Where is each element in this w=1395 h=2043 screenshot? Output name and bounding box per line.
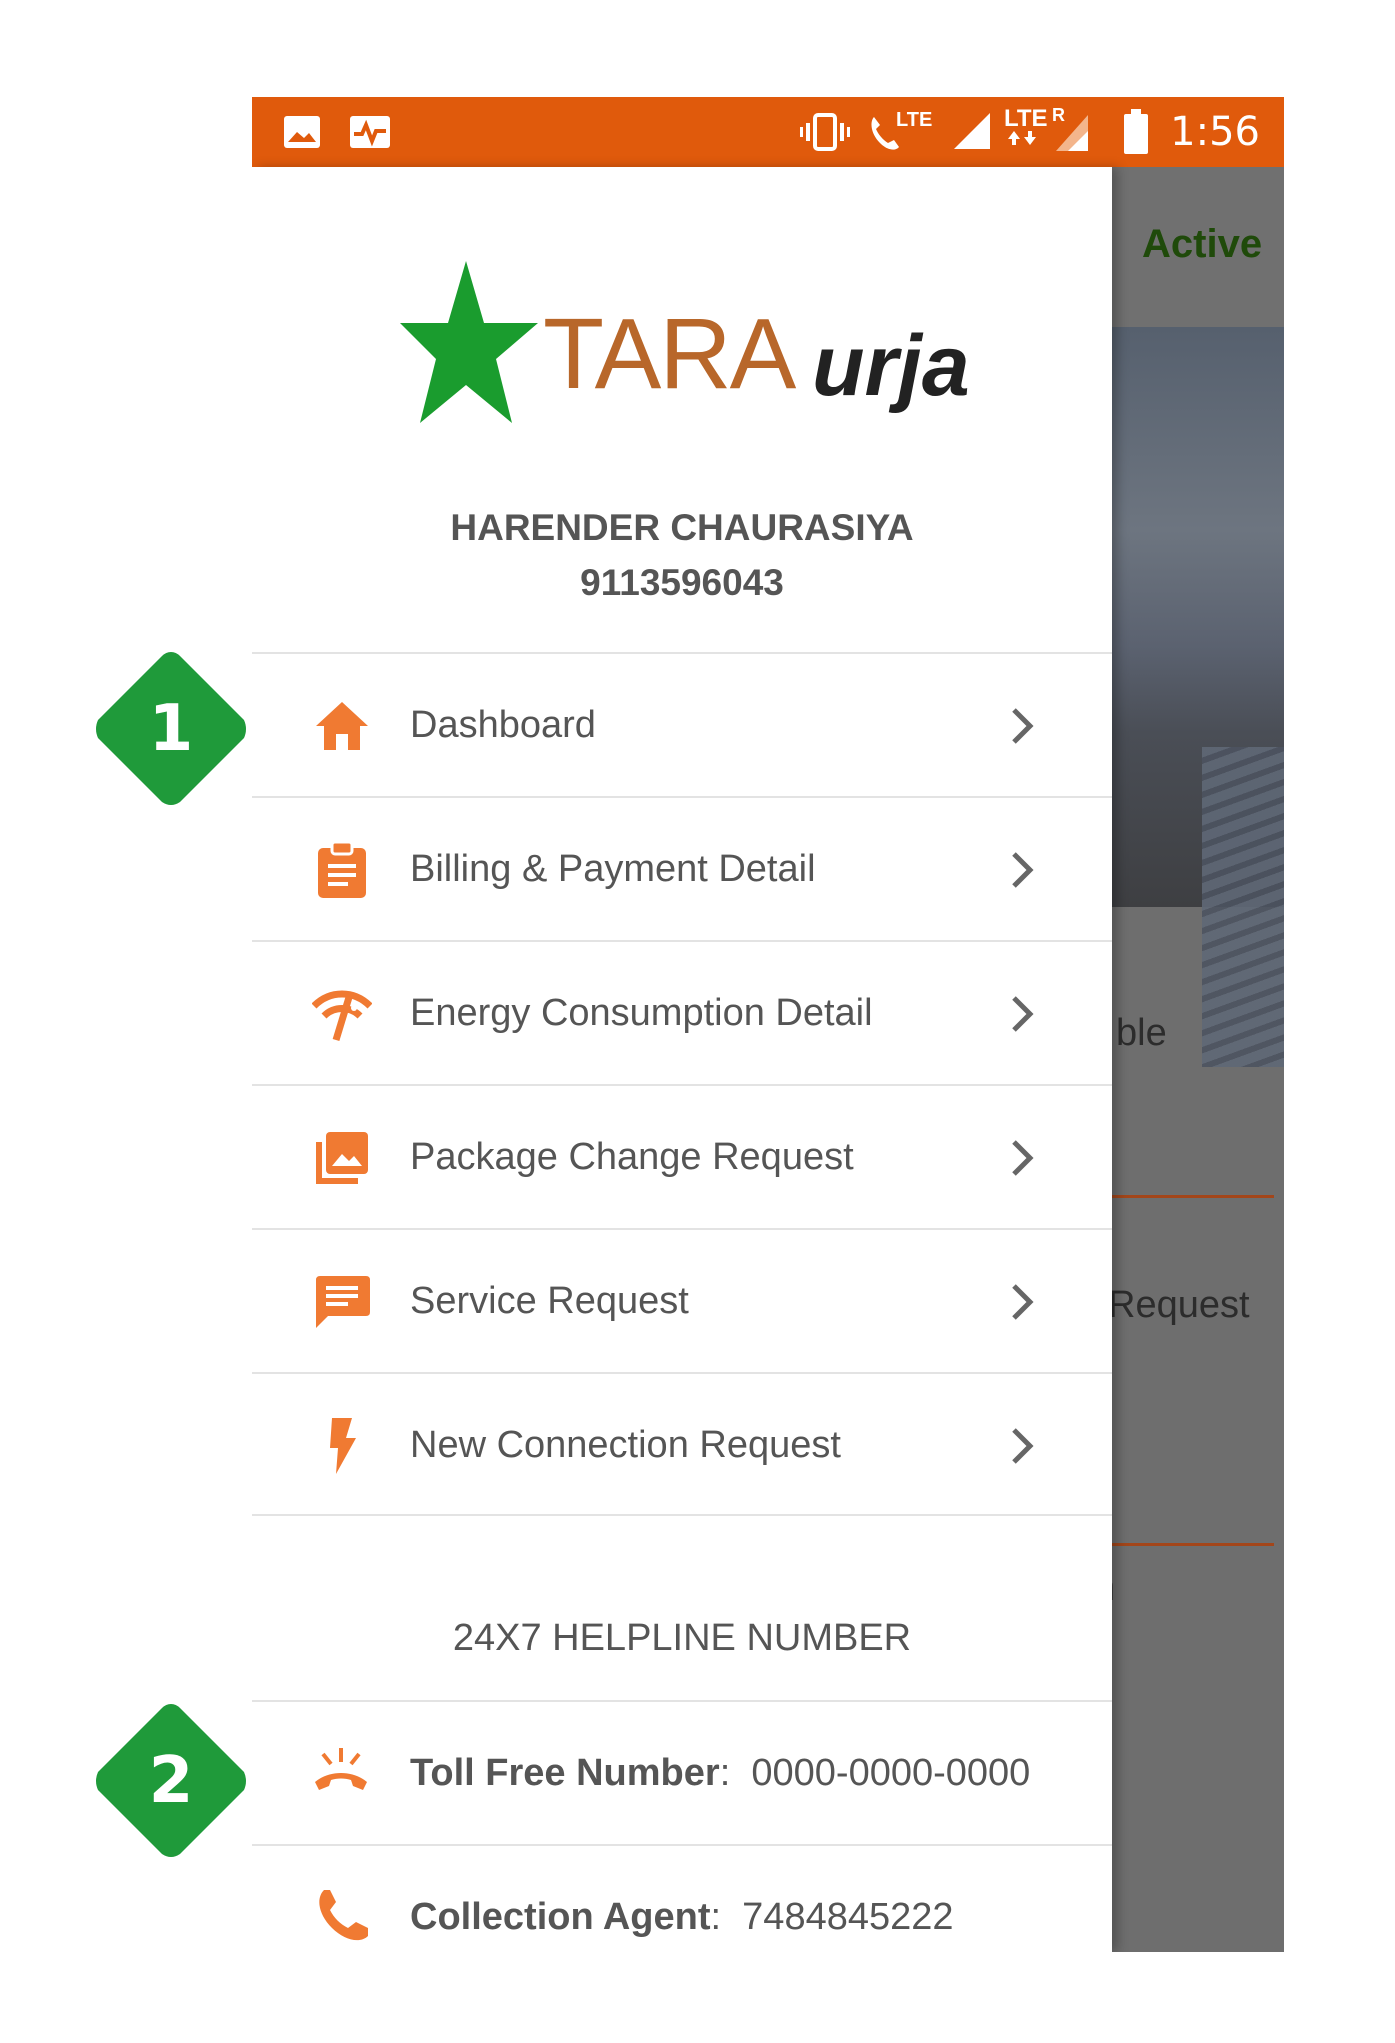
callout-badge-2: 2 [90,1700,252,1862]
background-app-scrim[interactable]: Active ble Request n [1112,167,1284,1952]
vibrate-icon [800,113,850,151]
menu-item-service-request[interactable]: Service Request [252,1228,1112,1372]
menu-item-new-connection[interactable]: New Connection Request [252,1372,1112,1516]
photo-library-icon [316,1132,368,1184]
toll-free-row[interactable]: Toll Free Number: 0000-0000-0000 [252,1700,1112,1844]
navigation-drawer: TARA urja HARENDER CHAURASIYA 9113596043… [252,167,1112,1952]
toll-free-label: Toll Free Number [410,1752,720,1794]
menu-item-billing[interactable]: Billing & Payment Detail [252,796,1112,940]
helpline-title: 24X7 HELPLINE NUMBER [452,1617,912,1659]
menu-item-dashboard[interactable]: Dashboard [252,652,1112,796]
gallery-icon [284,116,320,148]
chat-icon [316,1276,370,1328]
user-name: HARENDER CHAURASIYA [450,507,914,548]
volte-label: LTE [896,109,933,131]
menu-label-energy: Energy Consumption Detail [410,992,873,1034]
menu-label-dashboard: Dashboard [410,704,596,746]
phone-icon [319,1890,368,1941]
chevron-right-icon [1012,1428,1034,1464]
phone-screen: LTE LTE R 1:56 Active ble Request TARA u… [252,97,1284,1952]
user-phone-number: 9113596043 [580,562,784,603]
menu-item-energy-consumption[interactable]: Energy Consumption Detail [252,940,1112,1084]
chevron-right-icon [1012,996,1034,1032]
menu-label-package: Package Change Request [410,1136,854,1178]
collection-agent-label: Collection Agent [410,1896,711,1938]
chevron-right-icon [1012,1284,1034,1320]
lte-label: LTE [1004,105,1048,132]
background-text-partial-1: ble [1116,1012,1167,1054]
callout-badge-1: 1 [90,648,252,810]
background-divider-1 [1112,1195,1274,1198]
home-icon [316,702,368,750]
menu-label-service: Service Request [410,1280,689,1322]
background-header: Active [1112,167,1284,327]
logo-text-urja: urja [812,318,970,414]
background-text-partial-3: n [1112,1567,1115,1610]
logo-text-tara: TARA [543,298,796,410]
active-status-label: Active [1142,222,1263,266]
callout-number-1: 1 [148,692,194,766]
lte-roaming-icon: LTE R [1004,105,1090,155]
chevron-right-icon [1012,708,1034,744]
tara-urja-logo: TARA urja [400,257,1000,437]
collection-agent-number[interactable]: 7484845222 [742,1896,953,1938]
activity-icon [350,116,390,148]
callout-number-2: 2 [148,1744,194,1818]
collection-agent-row[interactable]: Collection Agent: 7484845222 [252,1844,1112,1952]
flash-icon [330,1418,356,1474]
background-divider-2 [1112,1543,1274,1546]
status-bar: LTE LTE R 1:56 [252,97,1284,167]
clipboard-icon [318,840,366,898]
battery-icon [1124,109,1148,154]
solar-panel-banner [1112,327,1284,1067]
background-text-partial-2: Request [1112,1284,1250,1326]
star-logo-icon [400,261,538,423]
signal-off-icon [312,990,372,1042]
volte-call-icon: LTE [866,109,936,153]
menu-label-new-connection: New Connection Request [410,1424,841,1466]
ringing-phone-icon [315,1748,367,1790]
toll-free-number[interactable]: 0000-0000-0000 [751,1752,1030,1794]
clock: 1:56 [1170,109,1260,155]
signal-icon [954,113,990,149]
drawer-menu: Dashboard Billing & Payment Detail Energ… [252,652,1112,1516]
menu-item-package-change[interactable]: Package Change Request [252,1084,1112,1228]
chevron-right-icon [1012,852,1034,888]
menu-label-billing: Billing & Payment Detail [410,848,816,890]
chevron-right-icon [1012,1140,1034,1176]
